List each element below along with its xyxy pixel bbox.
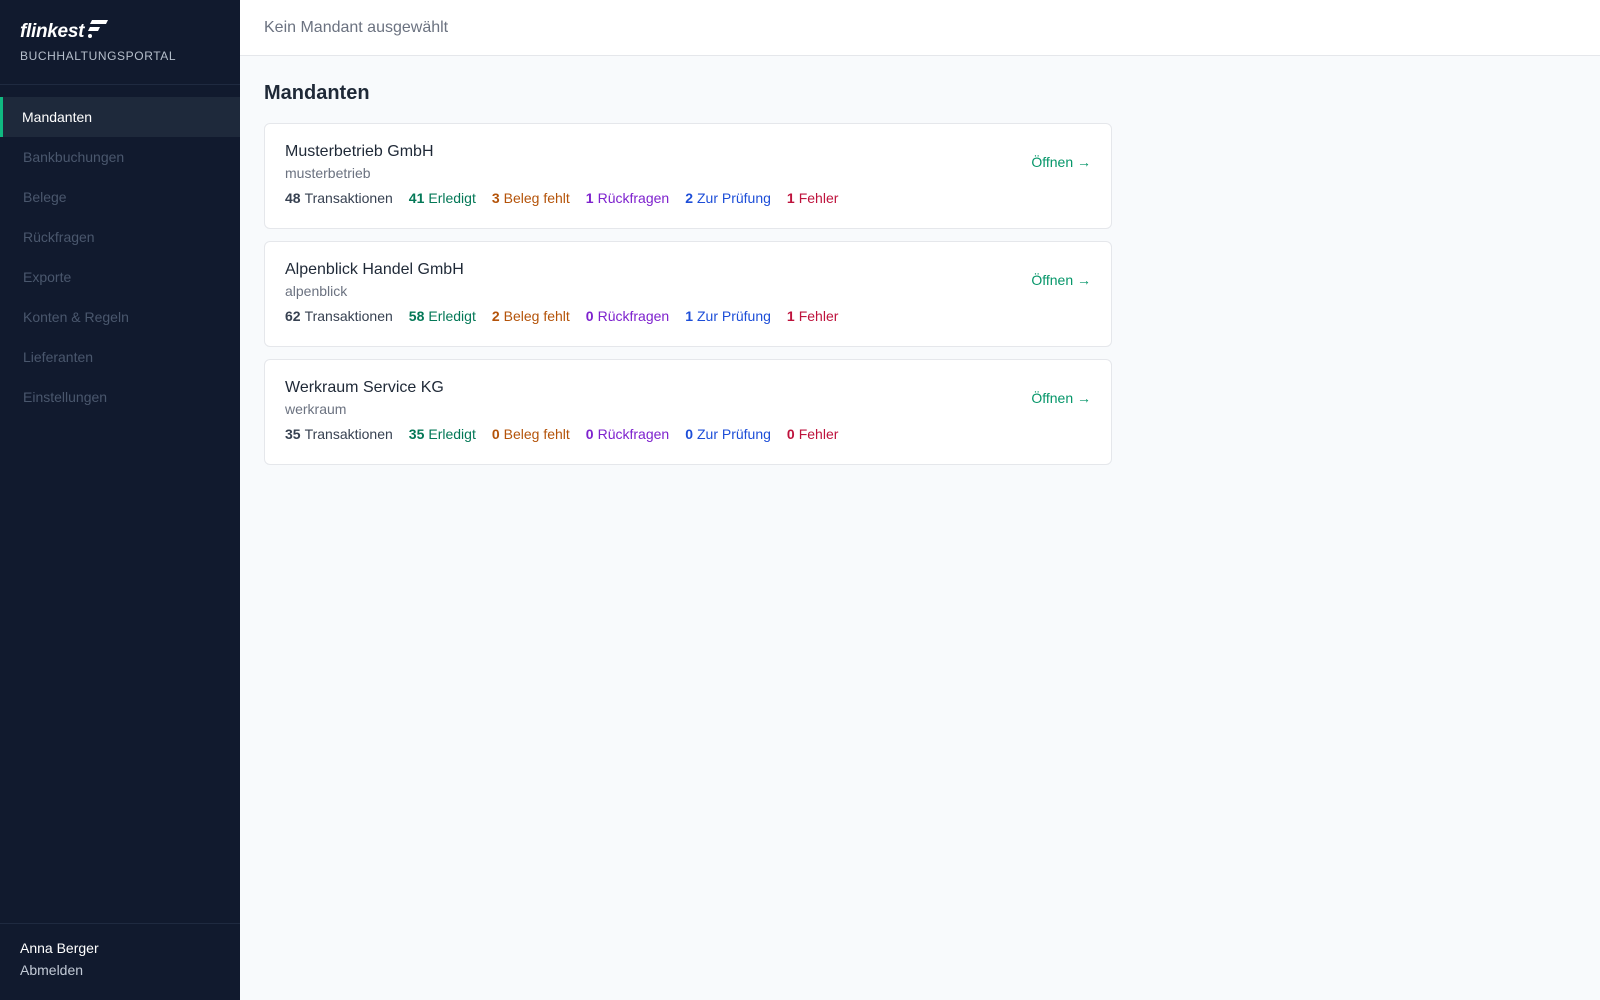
stat-transactions: 35 Transaktionen — [285, 426, 393, 442]
open-client-link[interactable]: Öffnen → — [1031, 154, 1091, 170]
client-card: Alpenblick Handel GmbH alpenblick 62 Tran… — [264, 241, 1112, 347]
stat-errors: 1 Fehler — [786, 308, 839, 324]
sidebar: flinkest BUCHHALTUNGSPORTAL Mandanten Ba… — [0, 0, 240, 1000]
client-slug: werkraum — [285, 401, 347, 417]
client-name: Alpenblick Handel GmbH — [285, 261, 464, 278]
user-name: Anna Berger — [20, 940, 99, 956]
sidebar-item-exporte[interactable]: Exporte — [0, 257, 240, 297]
brand-logo[interactable]: flinkest — [20, 20, 220, 44]
selected-client-status: Kein Mandant ausgewählt — [264, 18, 449, 36]
stat-missing-receipt: 0 Beleg fehlt — [491, 426, 570, 442]
stat-done: 58 Erledigt — [408, 308, 476, 324]
sidebar-item-rueckfragen[interactable]: Rückfragen — [0, 217, 240, 257]
stat-review: 0 Zur Prüfung — [685, 426, 771, 442]
logout-link[interactable]: Abmelden — [20, 962, 220, 978]
stat-transactions: 62 Transaktionen — [285, 308, 393, 324]
topbar: Kein Mandant ausgewählt — [240, 0, 1600, 56]
brand-name: flinkest — [20, 21, 85, 42]
main-area: Kein Mandant ausgewählt Mandanten Muster… — [240, 0, 1600, 1000]
stat-done: 35 Erledigt — [408, 426, 476, 442]
sidebar-nav: Mandanten Bankbuchungen Belege Rückfrage… — [0, 85, 240, 923]
client-slug: musterbetrieb — [285, 165, 371, 181]
client-name: Werkraum Service KG — [285, 379, 444, 396]
stat-missing-receipt: 2 Beleg fehlt — [491, 308, 570, 324]
brand-mark-icon — [88, 20, 109, 38]
stat-queries: 1 Rückfragen — [585, 190, 670, 206]
sidebar-item-bankbuchungen[interactable]: Bankbuchungen — [0, 137, 240, 177]
sidebar-item-belege[interactable]: Belege — [0, 177, 240, 217]
stat-review: 1 Zur Prüfung — [685, 308, 771, 324]
stat-review: 2 Zur Prüfung — [685, 190, 771, 206]
client-card: Musterbetrieb GmbH musterbetrieb 48 Trans… — [264, 123, 1112, 229]
app-root: flinkest BUCHHALTUNGSPORTAL Mandanten Ba… — [0, 0, 1600, 1000]
client-name: Musterbetrieb GmbH — [285, 143, 434, 160]
client-stats: 62 Transaktionen 58 Erledigt 2 Beleg fehlt … — [285, 308, 1091, 324]
stat-done: 41 Erledigt — [408, 190, 476, 206]
content: Mandanten Musterbetrieb GmbH musterbetri… — [240, 56, 1600, 503]
sidebar-item-konten-regeln[interactable]: Konten & Regeln — [0, 297, 240, 337]
stat-errors: 0 Fehler — [786, 426, 839, 442]
stat-queries: 0 Rückfragen — [585, 426, 670, 442]
brand-subtitle: BUCHHALTUNGSPORTAL — [20, 49, 177, 63]
client-stats: 35 Transaktionen 35 Erledigt 0 Beleg fehlt … — [285, 426, 1091, 442]
stat-missing-receipt: 3 Beleg fehlt — [491, 190, 570, 206]
sidebar-item-einstellungen[interactable]: Einstellungen — [0, 377, 240, 417]
client-slug: alpenblick — [285, 283, 348, 299]
sidebar-item-lieferanten[interactable]: Lieferanten — [0, 337, 240, 377]
page-title: Mandanten — [264, 82, 370, 104]
client-stats: 48 Transaktionen 41 Erledigt 3 Beleg fehlt … — [285, 190, 1091, 206]
sidebar-item-mandanten[interactable]: Mandanten — [0, 97, 240, 137]
open-client-link[interactable]: Öffnen → — [1031, 272, 1091, 288]
brand: flinkest BUCHHALTUNGSPORTAL — [0, 0, 240, 85]
stat-transactions: 48 Transaktionen — [285, 190, 393, 206]
open-client-link[interactable]: Öffnen → — [1031, 390, 1091, 406]
stat-queries: 0 Rückfragen — [585, 308, 670, 324]
client-card: Werkraum Service KG werkraum 35 Transakti… — [264, 359, 1112, 465]
sidebar-footer: Anna Berger Abmelden — [0, 923, 240, 1000]
stat-errors: 1 Fehler — [786, 190, 839, 206]
